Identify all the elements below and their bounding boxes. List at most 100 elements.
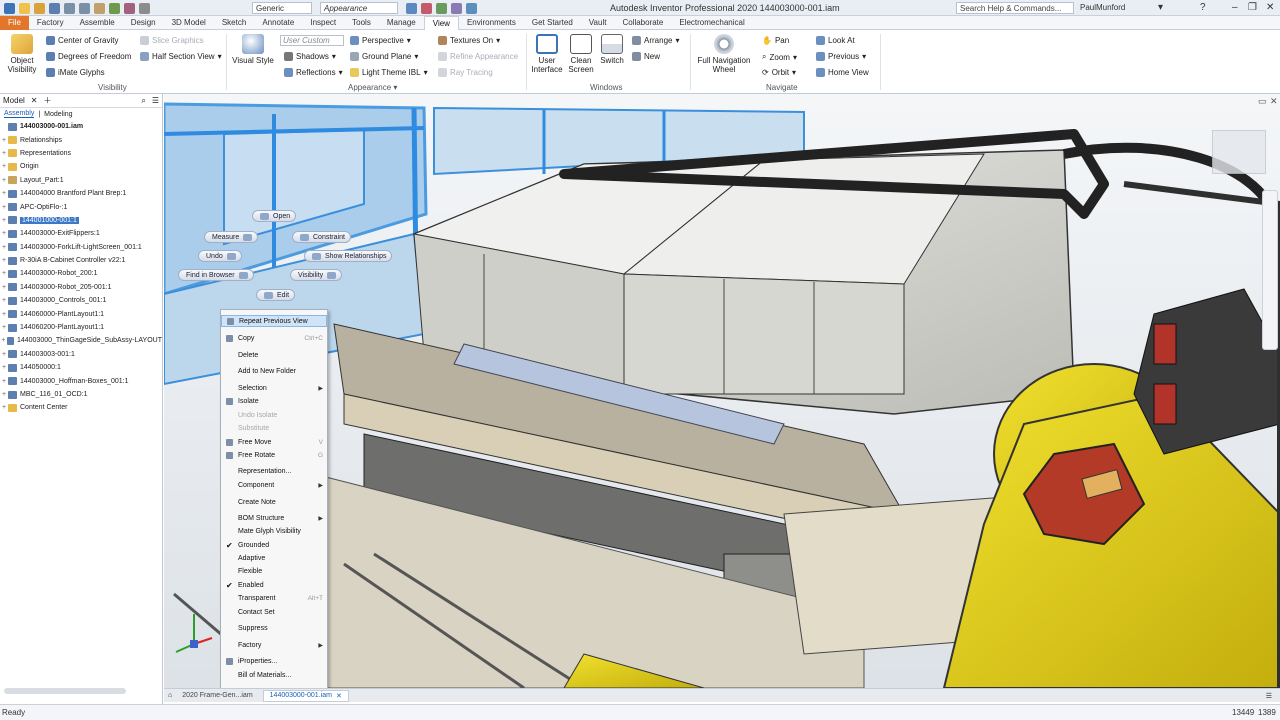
factory-scene[interactable] [164,94,1280,688]
viewport-maximize-icon[interactable]: ▭ [1258,96,1267,107]
tab-annotate[interactable]: Annotate [254,16,302,30]
tree-item[interactable]: +144004000 Brantford Plant Brep:1 [0,187,162,200]
browser-menu-icon[interactable]: ☰ [152,96,159,105]
half-section-view-button[interactable]: Half Section View ▾ [140,52,222,61]
context-menu-item[interactable]: Copy Ctrl+C [221,332,327,344]
tree-item[interactable]: +144001000-001:1 [0,214,162,227]
tree-item[interactable]: +144060200-PlantLayout1:1 [0,321,162,334]
undo-icon[interactable] [64,2,75,14]
expand-icon[interactable]: + [0,391,8,398]
tree-item[interactable]: + MBC_116_01_OCD:1 [0,388,162,401]
context-menu-item[interactable]: Isolate [221,395,327,407]
context-menu-item[interactable]: Enabled ✔ [221,579,327,591]
view-style-combo[interactable]: User Custom [280,35,344,46]
adjust-icon[interactable] [406,2,417,14]
context-menu-item[interactable]: Undo Isolate [221,409,327,421]
tree-item[interactable]: +144003000-ForkLift-LightScreen_001:1 [0,241,162,254]
tree-item[interactable]: +144060000-PlantLayout1:1 [0,307,162,320]
measure-tool-icon[interactable] [451,2,462,14]
tree-item[interactable]: +144003000-Robot_205-001:1 [0,281,162,294]
expand-icon[interactable]: + [0,378,8,385]
center-of-gravity-button[interactable]: Center of Gravity [46,36,118,45]
help-icon[interactable]: ? [1200,2,1206,13]
minimize-icon[interactable]: – [1232,2,1238,13]
browser-search-icon[interactable]: ⌕ [141,96,145,106]
document-tab-active[interactable]: 144003000-001.iam ✕ [262,689,349,702]
browser-tab-assembly[interactable]: Assembly [4,110,35,118]
tree-item[interactable]: + Layout_Part:1 [0,174,162,187]
refine-appearance-button[interactable]: Refine Appearance [438,52,518,61]
context-menu-item[interactable]: Adaptive [221,552,327,564]
imate-glyphs-button[interactable]: iMate Glyphs [46,68,105,77]
tree-item[interactable]: + Content Center [0,401,162,414]
tab-close-icon[interactable]: ✕ [336,692,342,700]
tree-item[interactable]: + Relationships [0,133,162,146]
home-icon[interactable] [94,2,105,14]
previous-view-button[interactable]: Previous ▾ [816,52,866,61]
orbit-button[interactable]: ⟳ Orbit ▾ [762,68,796,77]
ground-plane-button[interactable]: Ground Plane ▾ [350,52,418,61]
textures-button[interactable]: Textures On ▾ [438,36,500,45]
tree-root[interactable]: 144003000-001.iam [0,120,162,133]
move-icon[interactable] [466,2,477,14]
context-menu-item[interactable]: Component ▶ [221,479,327,491]
tab-get-started[interactable]: Get Started [524,16,581,30]
tree-item[interactable]: + APC-OptiFlo-:1 [0,200,162,213]
expand-icon[interactable]: + [0,230,8,237]
context-menu-item[interactable]: Repeat Previous View [221,315,327,327]
full-navigation-wheel-button[interactable]: Full Navigation Wheel [694,34,754,74]
tab-assemble[interactable]: Assemble [72,16,123,30]
document-tab-frame[interactable]: 2020 Frame-Gen...iam [176,691,258,700]
help-search-input[interactable]: Search Help & Commands... [956,2,1074,14]
reflections-button[interactable]: Reflections ▾ [284,68,343,77]
graphics-viewport[interactable]: ▭ ✕ [164,94,1280,688]
tree-item[interactable]: +144003000_ThinGageSide_SubAssy-LAYOUT [0,334,162,347]
tab-design[interactable]: Design [123,16,164,30]
tabs-menu-icon[interactable]: ☰ [1266,692,1272,700]
app-icon[interactable] [4,2,15,14]
marking-menu-visibility[interactable]: Visibility [290,269,343,281]
expand-icon[interactable]: + [0,311,8,318]
home-view-button[interactable]: Home View [816,68,869,77]
context-menu-item[interactable]: Transparent Alt+T [221,592,327,604]
tab-tools[interactable]: Tools [344,16,379,30]
close-icon[interactable]: ✕ [1266,2,1274,13]
material-icon[interactable] [139,2,150,14]
material-combo[interactable]: Generic [252,2,312,14]
cart-icon[interactable]: ▾ [1158,2,1163,13]
context-menu-item[interactable]: Grounded ✔ [221,539,327,551]
tab-collaborate[interactable]: Collaborate [614,16,671,30]
new-window-button[interactable]: New [632,52,660,61]
context-menu-item[interactable]: Mate Glyph Visibility [221,525,327,537]
viewport-close-icon[interactable]: ✕ [1270,96,1278,107]
select-icon[interactable] [124,2,135,14]
save-icon[interactable] [49,2,60,14]
expand-icon[interactable]: + [0,163,8,170]
context-menu-item[interactable]: Substitute [221,422,327,434]
context-menu-item[interactable]: Flexible [221,565,327,577]
expand-icon[interactable]: + [0,244,8,251]
tab-file[interactable]: File [0,16,29,30]
perspective-button[interactable]: Perspective ▾ [350,36,411,45]
pan-button[interactable]: ✋ Pan [762,36,789,45]
look-at-button[interactable]: Look At [816,36,855,45]
lighting-style-combo[interactable]: Light Theme IBL ▾ [350,68,428,77]
expand-icon[interactable]: + [0,351,8,358]
context-menu-item[interactable]: Free Move V [221,436,327,448]
object-visibility-button[interactable]: Object Visibility [4,34,40,74]
tab-electromechanical[interactable]: Electromechanical [671,16,752,30]
navigation-bar[interactable] [1262,190,1278,350]
context-menu-item[interactable]: Suppress [221,622,327,634]
tree-item[interactable]: +144003000_Hoffman-Boxes_001:1 [0,374,162,387]
tree-item[interactable]: +144003000-ExitFlippers:1 [0,227,162,240]
tab-factory[interactable]: Factory [29,16,72,30]
appearance-group-label[interactable]: Appearance ▾ [348,83,397,92]
marking-menu-show-relationships[interactable]: Show Relationships [304,250,393,262]
fx-icon[interactable] [436,2,447,14]
context-menu-item[interactable]: iProperties... [221,655,327,667]
tree-item[interactable]: +144050000:1 [0,361,162,374]
ray-tracing-button[interactable]: Ray Tracing [438,68,493,77]
user-interface-button[interactable]: User Interface [530,34,564,74]
tree-item[interactable]: +144003003-001:1 [0,348,162,361]
expand-icon[interactable]: + [0,137,8,144]
